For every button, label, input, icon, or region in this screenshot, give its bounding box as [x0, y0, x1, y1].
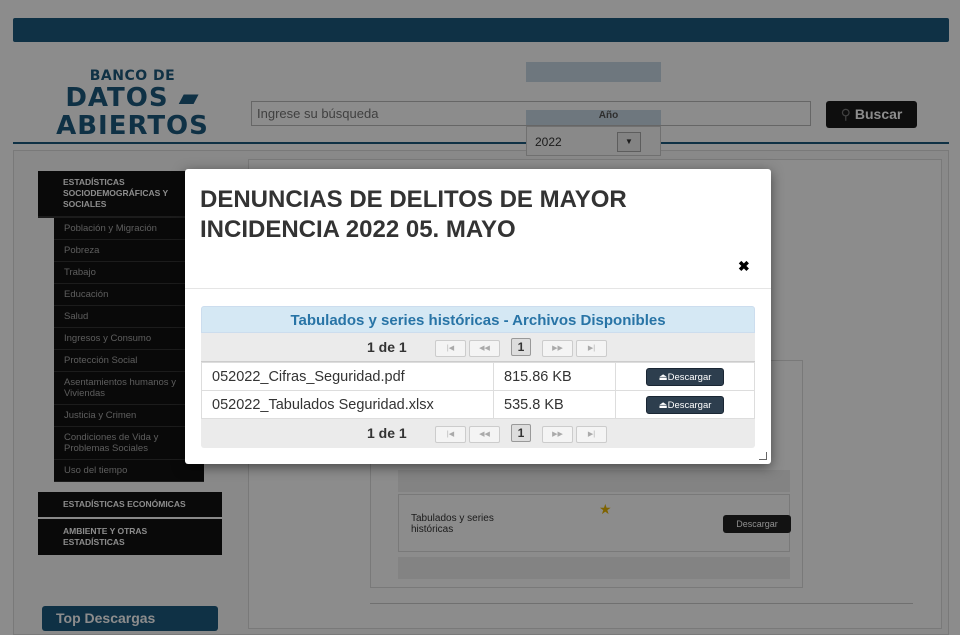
close-icon[interactable]: ✖ [738, 258, 750, 275]
table-row: 052022_Cifras_Seguridad.pdf 815.86 KB ⏏D… [201, 362, 755, 391]
file-size: 535.8 KB [493, 390, 616, 419]
prev-page-icon[interactable]: ◀◀ [469, 426, 500, 443]
resize-handle[interactable] [759, 452, 767, 460]
first-page-icon[interactable]: |◀ [435, 426, 466, 443]
current-page[interactable]: 1 [511, 424, 531, 442]
file-action: ⏏Descargar [615, 390, 755, 419]
download-icon: ⏏ [658, 371, 668, 383]
current-page[interactable]: 1 [511, 338, 531, 356]
next-page-icon[interactable]: ▶▶ [542, 340, 573, 357]
page-info: 1 de 1 [367, 425, 407, 441]
last-page-icon[interactable]: ▶| [576, 426, 607, 443]
table-row: 052022_Tabulados Seguridad.xlsx 535.8 KB… [201, 390, 755, 419]
next-page-icon[interactable]: ▶▶ [542, 426, 573, 443]
files-table-title: Tabulados y series históricas - Archivos… [201, 306, 755, 333]
pager-top: 1 de 1 |◀ ◀◀ 1 ▶▶ ▶| [201, 333, 755, 362]
file-size: 815.86 KB [493, 362, 616, 391]
download-icon: ⏏ [658, 399, 668, 411]
prev-page-icon[interactable]: ◀◀ [469, 340, 500, 357]
files-table: Tabulados y series históricas - Archivos… [201, 306, 755, 448]
pager-bottom: 1 de 1 |◀ ◀◀ 1 ▶▶ ▶| [201, 419, 755, 448]
download-button[interactable]: ⏏Descargar [646, 395, 724, 414]
download-button[interactable]: ⏏Descargar [646, 367, 724, 386]
files-list: 052022_Cifras_Seguridad.pdf 815.86 KB ⏏D… [201, 362, 755, 419]
download-label: Descargar [667, 371, 712, 383]
file-name: 052022_Tabulados Seguridad.xlsx [201, 390, 494, 419]
file-action: ⏏Descargar [615, 362, 755, 391]
modal-divider [185, 288, 771, 289]
download-label: Descargar [667, 399, 712, 411]
first-page-icon[interactable]: |◀ [435, 340, 466, 357]
modal-title: DENUNCIAS DE DELITOS DE MAYOR INCIDENCIA… [200, 186, 627, 243]
files-modal: DENUNCIAS DE DELITOS DE MAYOR INCIDENCIA… [185, 169, 771, 464]
page-info: 1 de 1 [367, 339, 407, 355]
file-name: 052022_Cifras_Seguridad.pdf [201, 362, 494, 391]
last-page-icon[interactable]: ▶| [576, 340, 607, 357]
